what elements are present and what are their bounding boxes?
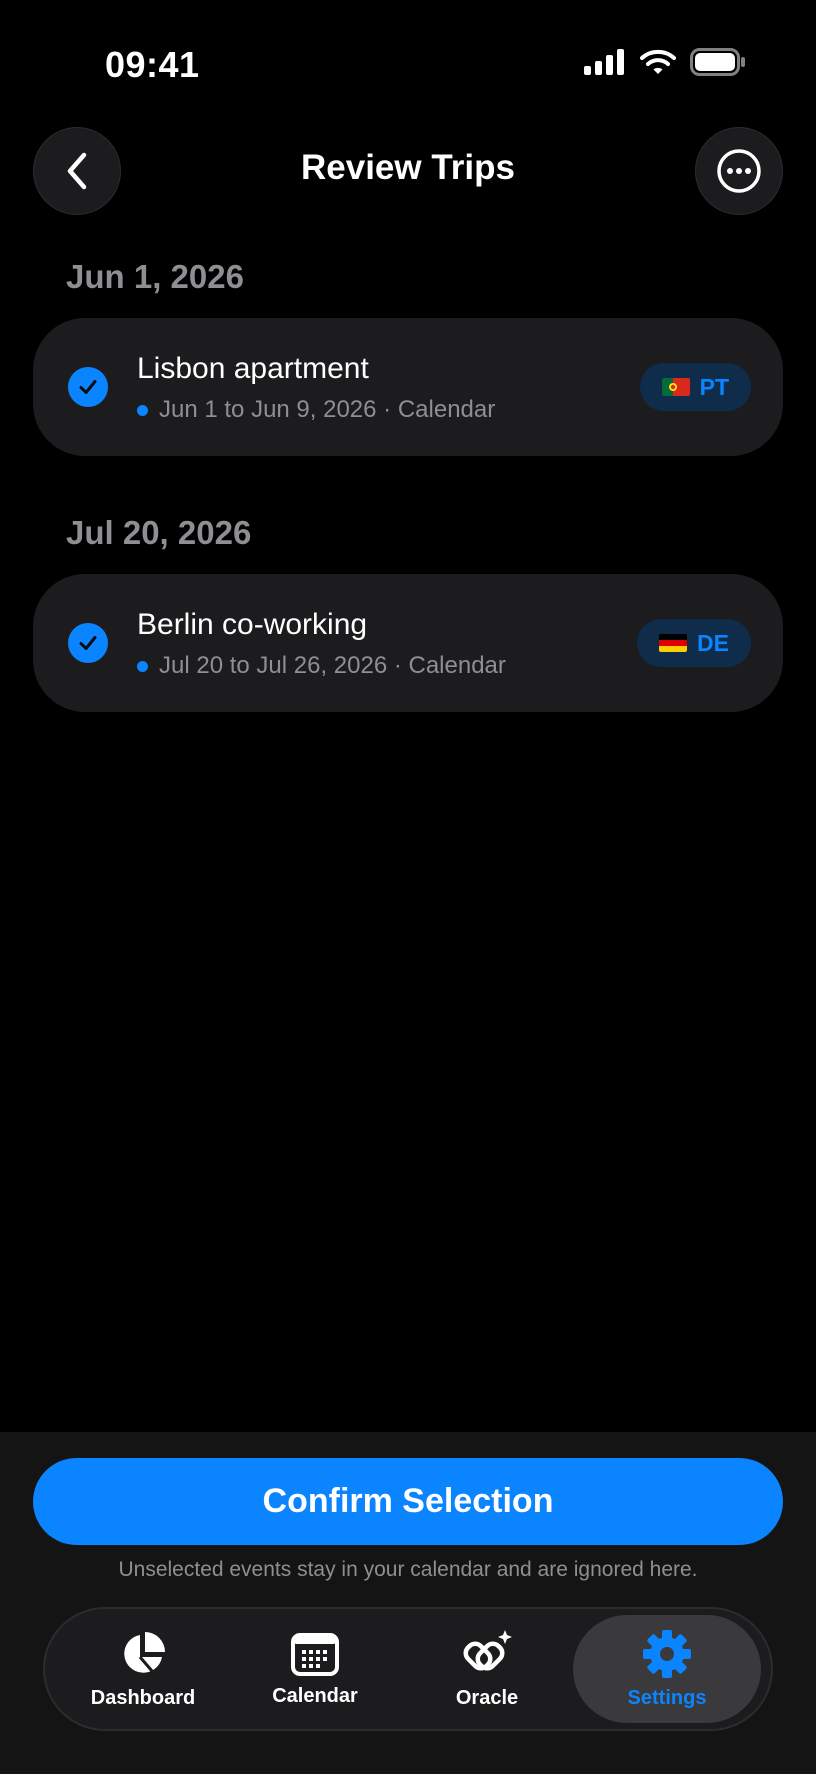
trip-title: Berlin co-working	[137, 608, 368, 641]
status-time: 09:41	[105, 44, 200, 85]
country-code: DE	[697, 629, 729, 656]
trip-subtitle: Jun 1 to Jun 9, 2026 · Calendar	[159, 396, 496, 423]
tab-label: Dashboard	[90, 1686, 196, 1709]
selected-checkbox[interactable]	[68, 623, 108, 663]
country-code: PT	[699, 373, 729, 400]
section-date-header: Jul 20, 2026	[66, 514, 252, 551]
germany-flag-icon	[659, 634, 688, 652]
battery-icon	[690, 48, 745, 76]
more-options-button[interactable]	[695, 127, 783, 215]
page-title: Review Trips	[301, 148, 515, 187]
country-badge: DE	[637, 619, 751, 667]
trip-subtitle: Jul 20 to Jul 26, 2026 · Calendar	[159, 652, 506, 679]
trip-subtitle-row: Jul 20 to Jul 26, 2026 · Calendar	[137, 652, 506, 680]
trip-card-berlin[interactable]: Berlin co-working Jul 20 to Jul 26, 2026…	[33, 574, 783, 712]
country-badge: PT	[639, 363, 751, 411]
trip-card-lisbon[interactable]: Lisbon apartment Jun 1 to Jun 9, 2026 · …	[33, 318, 783, 456]
tab-bar: Dashboard Calendar Oracle Settings	[43, 1607, 773, 1731]
tab-dashboard[interactable]: Dashboard	[57, 1609, 229, 1729]
section-date-header: Jun 1, 2026	[66, 258, 244, 295]
tab-calendar[interactable]: Calendar	[229, 1609, 401, 1729]
calendar-icon	[291, 1632, 339, 1676]
pie-chart-icon	[124, 1631, 165, 1673]
checkmark-icon	[79, 636, 97, 650]
trip-title: Lisbon apartment	[137, 352, 369, 385]
cellular-signal-icon	[584, 49, 624, 75]
tab-label: Calendar	[272, 1684, 358, 1707]
confirm-selection-button[interactable]: Confirm Selection	[33, 1458, 783, 1545]
tab-label: Oracle	[455, 1686, 519, 1709]
tab-settings[interactable]: Settings	[573, 1615, 761, 1723]
selected-checkbox[interactable]	[68, 367, 108, 407]
tab-oracle[interactable]: Oracle	[401, 1609, 573, 1729]
calendar-source-dot	[137, 660, 148, 672]
gear-icon	[643, 1629, 691, 1678]
hint-text: Unselected events stay in your calendar …	[118, 1558, 698, 1581]
trip-subtitle-row: Jun 1 to Jun 9, 2026 · Calendar	[137, 396, 495, 424]
ellipsis-circle-icon	[717, 149, 761, 193]
tab-label: Settings	[627, 1686, 707, 1709]
review-trips-screen: 09:41 Review Trips Jun 1, 2026 Lisbon ap…	[0, 0, 816, 1774]
portugal-flag-icon	[661, 378, 690, 396]
checkmark-icon	[79, 380, 97, 394]
status-bar: 09:41	[0, 0, 816, 120]
calendar-source-dot	[137, 404, 148, 416]
oracle-sparkle-icon	[463, 1629, 512, 1670]
status-icons	[584, 48, 746, 76]
wifi-icon	[640, 49, 676, 74]
